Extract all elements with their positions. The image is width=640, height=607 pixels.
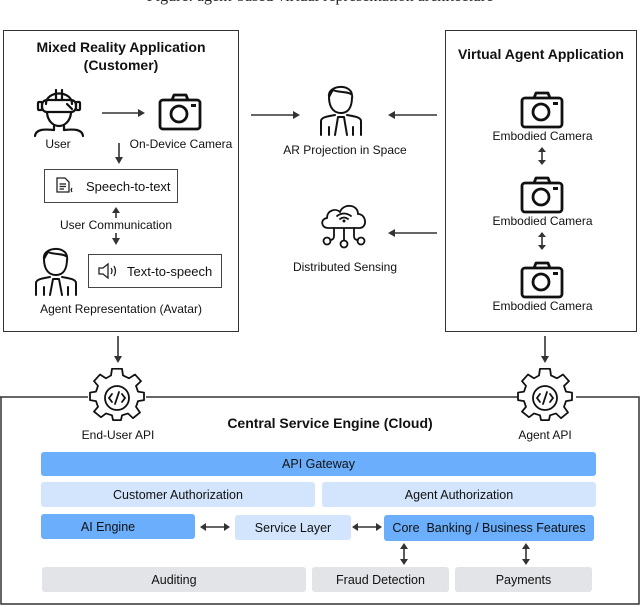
end-user-api-gear-icon [89, 367, 145, 421]
user-label: User [45, 137, 71, 151]
api-gateway-block: API Gateway [41, 452, 596, 476]
fraud-detection-label: Fraud Detection [336, 572, 425, 587]
agent-avatar-icon [35, 248, 77, 296]
mixed-reality-title-line1: Mixed Reality Application [36, 39, 206, 55]
arrow-ai-service [200, 523, 230, 531]
mixed-reality-title: Mixed Reality Application (Customer) [3, 38, 239, 74]
vr-user-icon [33, 88, 85, 138]
embodied-camera-icon [520, 91, 564, 129]
ai-engine-block: AI Engine [41, 514, 195, 539]
auditing-label: Auditing [151, 572, 197, 587]
arrow-agent-app-to-sensing [388, 229, 437, 237]
arrow-user-to-camera [102, 109, 145, 117]
arrow-down-to-speech [115, 143, 123, 164]
ai-engine-label: AI Engine [80, 519, 136, 534]
arrow-customer-to-end-user-api [114, 336, 122, 363]
arrow-customer-to-ar [251, 111, 300, 119]
embodied-camera-label: Embodied Camera [492, 129, 593, 143]
speech-to-text-label: Speech-to-text [86, 178, 171, 194]
arrow-core-fraud [400, 543, 408, 565]
agent-authorization-label: Agent Authorization [404, 487, 514, 502]
central-service-engine-title: Central Service Engine (Cloud) [227, 415, 433, 431]
distributed-sensing-cloud-icon [321, 204, 366, 249]
speech-to-text-icon [56, 177, 73, 193]
user-communication-label: User Communication [59, 218, 173, 232]
arrow-service-core [352, 523, 382, 531]
agent-representation-label: Agent Representation (Avatar) [40, 302, 202, 316]
payments-label: Payments [495, 572, 552, 587]
end-user-api-label: End-User API [81, 428, 155, 442]
embodied-camera-label: Embodied Camera [492, 299, 593, 313]
arrow-agent-app-to-ar [388, 111, 437, 119]
cropped-caption: Figure: agent-based virtual representati… [0, 0, 640, 6]
mixed-reality-title-line2: (Customer) [83, 57, 159, 73]
bidirectional-arrow-icon [538, 232, 546, 250]
agent-authorization-block: Agent Authorization [322, 482, 596, 507]
arrow-up-to-speech [112, 207, 120, 218]
bidirectional-arrow-icon [538, 147, 546, 165]
core-banking-block: Core Banking / Business Features [384, 515, 594, 541]
payments-block: Payments [455, 567, 592, 592]
embodied-camera-icon [520, 261, 564, 299]
agent-api-gear-icon [517, 367, 573, 421]
embodied-camera-label: Embodied Camera [492, 214, 593, 228]
arrow-core-payments [522, 543, 530, 565]
service-layer-block: Service Layer [235, 515, 351, 540]
on-device-camera-label: On-Device Camera [129, 137, 233, 151]
distributed-sensing-label: Distributed Sensing [292, 260, 398, 274]
on-device-camera-icon [158, 93, 202, 131]
ar-projection-agent-icon [320, 86, 362, 136]
text-to-speech-label: Text-to-speech [127, 263, 213, 279]
customer-authorization-label: Customer Authorization [113, 487, 243, 502]
virtual-agent-title: Virtual Agent Application [458, 46, 624, 62]
service-layer-label: Service Layer [254, 520, 332, 535]
speech-to-text-box: Speech-to-text [44, 169, 178, 203]
arrow-down-to-tts [112, 233, 120, 245]
arrow-agent-to-agent-api [541, 336, 549, 363]
speaker-icon [98, 262, 117, 280]
embodied-camera-icon [520, 176, 564, 214]
auditing-block: Auditing [42, 567, 306, 592]
fraud-detection-block: Fraud Detection [312, 567, 449, 592]
customer-authorization-block: Customer Authorization [41, 482, 315, 507]
core-banking-label: Core Banking / Business Features [392, 521, 586, 535]
api-gateway-label: API Gateway [282, 457, 355, 471]
text-to-speech-box: Text-to-speech [88, 254, 222, 288]
agent-api-label: Agent API [518, 428, 572, 442]
ar-projection-label: AR Projection in Space [283, 143, 407, 157]
